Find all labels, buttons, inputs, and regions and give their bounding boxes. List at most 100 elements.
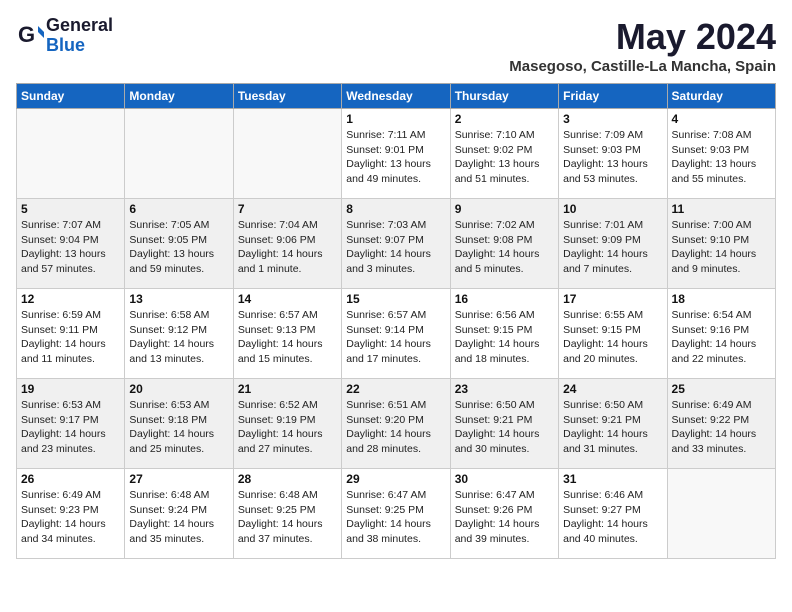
day-info: Sunrise: 6:53 AMSunset: 9:18 PMDaylight:… [129, 398, 228, 457]
day-info-line: Sunset: 9:04 PM [21, 233, 120, 248]
day-info-line: Sunrise: 6:50 AM [563, 398, 662, 413]
day-info-line: and 1 minute. [238, 262, 337, 277]
calendar-cell: 15Sunrise: 6:57 AMSunset: 9:14 PMDayligh… [342, 289, 450, 379]
day-info-line: and 59 minutes. [129, 262, 228, 277]
day-info-line: Sunrise: 7:01 AM [563, 218, 662, 233]
calendar-week-4: 19Sunrise: 6:53 AMSunset: 9:17 PMDayligh… [17, 379, 776, 469]
day-info-line: Sunset: 9:25 PM [238, 503, 337, 518]
calendar-cell: 7 Sunrise: 7:04 AMSunset: 9:06 PMDaylight… [233, 199, 341, 289]
day-number: 29 [346, 472, 445, 486]
day-info: Sunrise: 6:53 AMSunset: 9:17 PMDaylight:… [21, 398, 120, 457]
calendar-cell: 31Sunrise: 6:46 AMSunset: 9:27 PMDayligh… [559, 469, 667, 559]
day-info-line: Sunset: 9:02 PM [455, 143, 554, 158]
day-info: Sunrise: 6:48 AMSunset: 9:25 PMDaylight:… [238, 488, 337, 547]
day-number: 5 [21, 202, 120, 216]
calendar-week-2: 5 Sunrise: 7:07 AMSunset: 9:04 PM Daylight… [17, 199, 776, 289]
day-info: Sunrise: 7:10 AMSunset: 9:02 PMDaylight:… [455, 128, 554, 187]
calendar-week-1: 1Sunrise: 7:11 AMSunset: 9:01 PMDaylight… [17, 109, 776, 199]
calendar-week-3: 12Sunrise: 6:59 AMSunset: 9:11 PMDayligh… [17, 289, 776, 379]
day-info-line: and 28 minutes. [346, 442, 445, 457]
calendar-cell: 22Sunrise: 6:51 AMSunset: 9:20 PMDayligh… [342, 379, 450, 469]
day-info-line: and 23 minutes. [21, 442, 120, 457]
day-info-line: Sunset: 9:26 PM [455, 503, 554, 518]
day-info-line: Sunrise: 6:47 AM [346, 488, 445, 503]
day-info-line: and 9 minutes. [672, 262, 771, 277]
day-number: 13 [129, 292, 228, 306]
day-number: 28 [238, 472, 337, 486]
calendar-cell: 8Sunrise: 7:03 AMSunset: 9:07 PMDaylight… [342, 199, 450, 289]
title-block: May 2024 Masegoso, Castille-La Mancha, S… [509, 16, 776, 75]
day-info-line: Sunset: 9:27 PM [563, 503, 662, 518]
day-info-line: and 51 minutes. [455, 172, 554, 187]
day-info-line: Daylight: 13 hours [346, 157, 445, 172]
page-header: G General Blue May 2024 Masegoso, Castil… [16, 16, 776, 75]
calendar-cell: 9Sunrise: 7:02 AMSunset: 9:08 PMDaylight… [450, 199, 558, 289]
day-number: 21 [238, 382, 337, 396]
day-info-line: Sunset: 9:07 PM [346, 233, 445, 248]
day-info-line: Sunset: 9:21 PM [563, 413, 662, 428]
calendar-cell: 3Sunrise: 7:09 AMSunset: 9:03 PMDaylight… [559, 109, 667, 199]
calendar-cell: 21Sunrise: 6:52 AMSunset: 9:19 PMDayligh… [233, 379, 341, 469]
day-info: Sunrise: 7:08 AMSunset: 9:03 PMDaylight:… [672, 128, 771, 187]
calendar-cell: 20Sunrise: 6:53 AMSunset: 9:18 PMDayligh… [125, 379, 233, 469]
calendar-cell: 25Sunrise: 6:49 AMSunset: 9:22 PMDayligh… [667, 379, 775, 469]
day-info-line: Sunset: 9:25 PM [346, 503, 445, 518]
day-number: 7 [238, 202, 337, 216]
day-info: Sunrise: 7:09 AMSunset: 9:03 PMDaylight:… [563, 128, 662, 187]
day-info-line: Sunrise: 7:05 AM [129, 218, 228, 233]
weekday-header-wednesday: Wednesday [342, 84, 450, 109]
day-info-line: Sunrise: 7:07 AM [21, 218, 120, 233]
day-info-line: and 31 minutes. [563, 442, 662, 457]
logo: G General Blue [16, 16, 113, 56]
weekday-header-tuesday: Tuesday [233, 84, 341, 109]
day-info-line: Daylight: 14 hours [672, 427, 771, 442]
day-info-line: and 7 minutes. [563, 262, 662, 277]
day-info: Sunrise: 6:58 AMSunset: 9:12 PMDaylight:… [129, 308, 228, 367]
calendar-cell: 29Sunrise: 6:47 AMSunset: 9:25 PMDayligh… [342, 469, 450, 559]
day-number: 15 [346, 292, 445, 306]
day-number: 23 [455, 382, 554, 396]
day-info-line: Daylight: 14 hours [672, 337, 771, 352]
day-info-line: Daylight: 13 hours [672, 157, 771, 172]
day-number: 4 [672, 112, 771, 126]
day-info-line: and 25 minutes. [129, 442, 228, 457]
day-number: 12 [21, 292, 120, 306]
day-info-line: and 17 minutes. [346, 352, 445, 367]
weekday-header-friday: Friday [559, 84, 667, 109]
day-info-line: and 22 minutes. [672, 352, 771, 367]
day-info-line: Daylight: 14 hours [563, 247, 662, 262]
day-info-line: Sunset: 9:24 PM [129, 503, 228, 518]
calendar-cell: 17Sunrise: 6:55 AMSunset: 9:15 PMDayligh… [559, 289, 667, 379]
day-info: Sunrise: 6:48 AMSunset: 9:24 PMDaylight:… [129, 488, 228, 547]
day-info-line: Sunset: 9:18 PM [129, 413, 228, 428]
day-info-line: Sunrise: 6:53 AM [21, 398, 120, 413]
day-info-line: Daylight: 14 hours [563, 517, 662, 532]
weekday-header-row: SundayMondayTuesdayWednesdayThursdayFrid… [17, 84, 776, 109]
day-info-line: Sunset: 9:22 PM [672, 413, 771, 428]
day-info-line: Sunrise: 7:09 AM [563, 128, 662, 143]
calendar-cell [125, 109, 233, 199]
day-info-line: Sunset: 9:15 PM [563, 323, 662, 338]
day-info-line: Sunrise: 7:04 AM [238, 218, 337, 233]
day-info-line: Daylight: 14 hours [129, 427, 228, 442]
day-info-line: and 49 minutes. [346, 172, 445, 187]
weekday-header-monday: Monday [125, 84, 233, 109]
day-info-line: and 53 minutes. [563, 172, 662, 187]
day-info: Sunrise: 6:49 AMSunset: 9:22 PMDaylight:… [672, 398, 771, 457]
day-info-line: Sunrise: 6:57 AM [238, 308, 337, 323]
day-info: Sunrise: 6:51 AMSunset: 9:20 PMDaylight:… [346, 398, 445, 457]
day-info-line: Sunrise: 6:51 AM [346, 398, 445, 413]
calendar-cell: 24Sunrise: 6:50 AMSunset: 9:21 PMDayligh… [559, 379, 667, 469]
day-info: Sunrise: 7:04 AMSunset: 9:06 PMDaylight:… [238, 218, 337, 277]
calendar-cell: 11Sunrise: 7:00 AMSunset: 9:10 PMDayligh… [667, 199, 775, 289]
day-info-line: and 55 minutes. [672, 172, 771, 187]
day-info-line: Daylight: 13 hours [455, 157, 554, 172]
day-info-line: and 39 minutes. [455, 532, 554, 547]
calendar-cell: 13 Sunrise: 6:58 AMSunset: 9:12 PMDayligh… [125, 289, 233, 379]
day-info-line: Sunrise: 6:48 AM [129, 488, 228, 503]
calendar-cell: 14Sunrise: 6:57 AMSunset: 9:13 PMDayligh… [233, 289, 341, 379]
day-info-line: Sunset: 9:16 PM [672, 323, 771, 338]
day-info: Sunrise: 7:01 AMSunset: 9:09 PMDaylight:… [563, 218, 662, 277]
day-info-line: Sunset: 9:01 PM [346, 143, 445, 158]
day-info-line: Sunrise: 6:49 AM [21, 488, 120, 503]
